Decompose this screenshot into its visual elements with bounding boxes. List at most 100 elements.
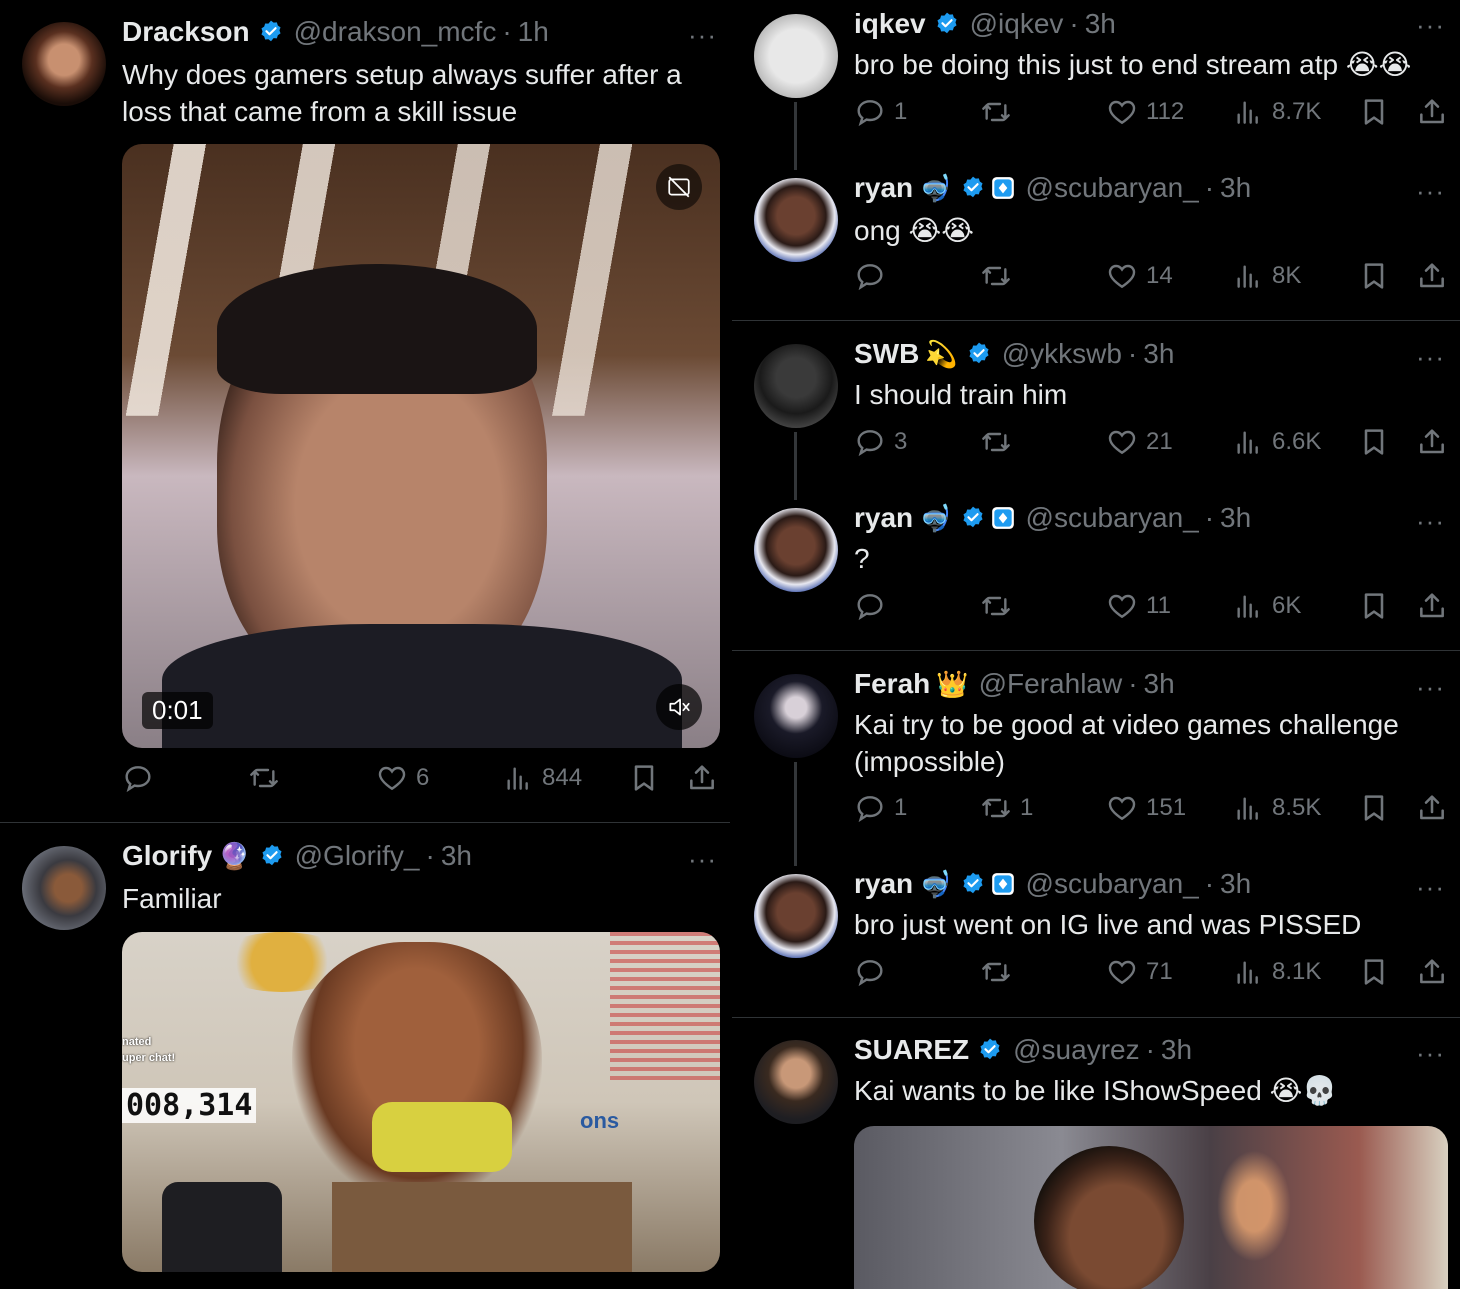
reply-button[interactable]: 3 [854, 426, 907, 458]
share-button[interactable] [1416, 956, 1448, 988]
share-button[interactable] [1416, 96, 1448, 128]
like-button[interactable]: 6 [376, 762, 429, 794]
avatar[interactable] [754, 1040, 838, 1124]
like-button[interactable]: 21 [1106, 426, 1173, 458]
avatar[interactable] [754, 344, 838, 428]
handle[interactable]: @suayrez [1013, 1034, 1139, 1066]
bookmark-button[interactable] [628, 762, 660, 794]
retweet-button[interactable] [980, 96, 1020, 128]
bookmark-button[interactable] [1358, 792, 1390, 824]
views-button[interactable]: 6.6K [1232, 426, 1321, 458]
views-button[interactable]: 8.7K [1232, 96, 1321, 128]
timestamp[interactable]: 3h [1144, 668, 1175, 700]
retweet-button[interactable] [980, 956, 1020, 988]
like-button[interactable]: 14 [1106, 260, 1173, 292]
display-name[interactable]: SWB [854, 338, 919, 370]
timestamp[interactable]: 3h [441, 840, 472, 872]
handle[interactable]: @drakson_mcfc [294, 16, 497, 48]
display-name[interactable]: ryan [854, 172, 913, 204]
tweet-glorify[interactable]: Glorify 🔮 @Glorify_ · 3h ··· Familiar na… [0, 824, 732, 1289]
timestamp[interactable]: 3h [1220, 502, 1251, 534]
timestamp[interactable]: 3h [1085, 8, 1116, 40]
views-button[interactable]: 8.5K [1232, 792, 1321, 824]
display-name[interactable]: Glorify [122, 840, 212, 872]
tweet-ryan-ong[interactable]: ryan 🤿 @scubaryan_ · 3h ··· ong 😭😭 14 8K [732, 170, 1460, 320]
retweet-button[interactable] [980, 426, 1020, 458]
tweet-suarez[interactable]: SUAREZ @suayrez · 3h ··· Kai wants to be… [732, 1030, 1460, 1289]
tweet-swb[interactable]: SWB 💫 @ykkswb · 3h ··· I should train hi… [732, 334, 1460, 494]
retweet-button[interactable]: 1 [980, 792, 1033, 824]
reply-button[interactable]: 1 [854, 96, 907, 128]
avatar[interactable] [754, 178, 838, 262]
more-options-icon[interactable]: ··· [1416, 872, 1445, 903]
muted-icon[interactable] [656, 684, 702, 730]
timestamp[interactable]: 1h [518, 16, 549, 48]
like-button[interactable]: 112 [1106, 96, 1184, 128]
reply-button[interactable]: 1 [854, 792, 907, 824]
timestamp[interactable]: 3h [1220, 868, 1251, 900]
share-button[interactable] [1416, 426, 1448, 458]
avatar[interactable] [754, 674, 838, 758]
share-button[interactable] [1416, 792, 1448, 824]
share-button[interactable] [1416, 260, 1448, 292]
bookmark-button[interactable] [1358, 590, 1390, 622]
more-options-icon[interactable]: ··· [1416, 10, 1445, 41]
more-options-icon[interactable]: ··· [1416, 1038, 1445, 1069]
tweet-ferah[interactable]: Ferah 👑 @Ferahlaw · 3h ··· Kai try to be… [732, 664, 1460, 864]
more-options-icon[interactable]: ··· [1416, 672, 1445, 703]
handle[interactable]: @iqkev [970, 8, 1064, 40]
more-options-icon[interactable]: ··· [1416, 176, 1445, 207]
handle[interactable]: @Ferahlaw [979, 668, 1123, 700]
views-button[interactable]: 8K [1232, 260, 1301, 292]
more-options-icon[interactable]: ··· [688, 844, 717, 875]
handle[interactable]: @scubaryan_ [1026, 502, 1199, 534]
video-player[interactable]: nated uper chat! 008,314 ons [122, 932, 720, 1272]
timestamp[interactable]: 3h [1161, 1034, 1192, 1066]
tweet-iqkev[interactable]: iqkev @iqkev · 3h ··· bro be doing this … [732, 0, 1460, 160]
reply-button[interactable] [854, 956, 894, 988]
display-name[interactable]: ryan [854, 868, 913, 900]
avatar[interactable] [754, 14, 838, 98]
bookmark-button[interactable] [1358, 956, 1390, 988]
tweet-ryan-ig-live[interactable]: ryan 🤿 @scubaryan_ · 3h ··· bro just wen… [732, 866, 1460, 1016]
more-options-icon[interactable]: ··· [1416, 506, 1445, 537]
gif-off-icon[interactable] [656, 164, 702, 210]
share-button[interactable] [1416, 590, 1448, 622]
display-name[interactable]: ryan [854, 502, 913, 534]
views-button[interactable]: 8.1K [1232, 956, 1321, 988]
reply-button[interactable] [854, 590, 894, 622]
views-button[interactable]: 844 [502, 762, 582, 794]
avatar[interactable] [22, 846, 106, 930]
timestamp[interactable]: 3h [1220, 172, 1251, 204]
retweet-button[interactable] [248, 762, 288, 794]
bookmark-button[interactable] [1358, 96, 1390, 128]
video-player[interactable] [854, 1126, 1448, 1289]
display-name[interactable]: Drackson [122, 16, 250, 48]
views-button[interactable]: 6K [1232, 590, 1301, 622]
like-button[interactable]: 151 [1106, 792, 1186, 824]
avatar[interactable] [22, 22, 106, 106]
handle[interactable]: @Glorify_ [295, 840, 420, 872]
bookmark-button[interactable] [1358, 260, 1390, 292]
like-button[interactable]: 71 [1106, 956, 1173, 988]
reply-button[interactable] [854, 260, 894, 292]
timestamp[interactable]: 3h [1143, 338, 1174, 370]
bookmark-button[interactable] [1358, 426, 1390, 458]
display-name[interactable]: SUAREZ [854, 1034, 969, 1066]
share-button[interactable] [686, 762, 718, 794]
more-options-icon[interactable]: ··· [688, 20, 717, 51]
avatar[interactable] [754, 508, 838, 592]
handle[interactable]: @scubaryan_ [1026, 868, 1199, 900]
handle[interactable]: @ykkswb [1002, 338, 1122, 370]
video-player[interactable]: 0:01 [122, 144, 720, 748]
like-button[interactable]: 11 [1106, 590, 1171, 622]
more-options-icon[interactable]: ··· [1416, 342, 1445, 373]
tweet-drackson[interactable]: Drackson @drakson_mcfc · 1h ··· Why does… [0, 0, 732, 820]
retweet-button[interactable] [980, 590, 1020, 622]
display-name[interactable]: iqkev [854, 8, 926, 40]
tweet-ryan-question[interactable]: ryan 🤿 @scubaryan_ · 3h ··· ? 11 6K [732, 500, 1460, 650]
display-name[interactable]: Ferah [854, 668, 930, 700]
avatar[interactable] [754, 874, 838, 958]
retweet-button[interactable] [980, 260, 1020, 292]
handle[interactable]: @scubaryan_ [1026, 172, 1199, 204]
